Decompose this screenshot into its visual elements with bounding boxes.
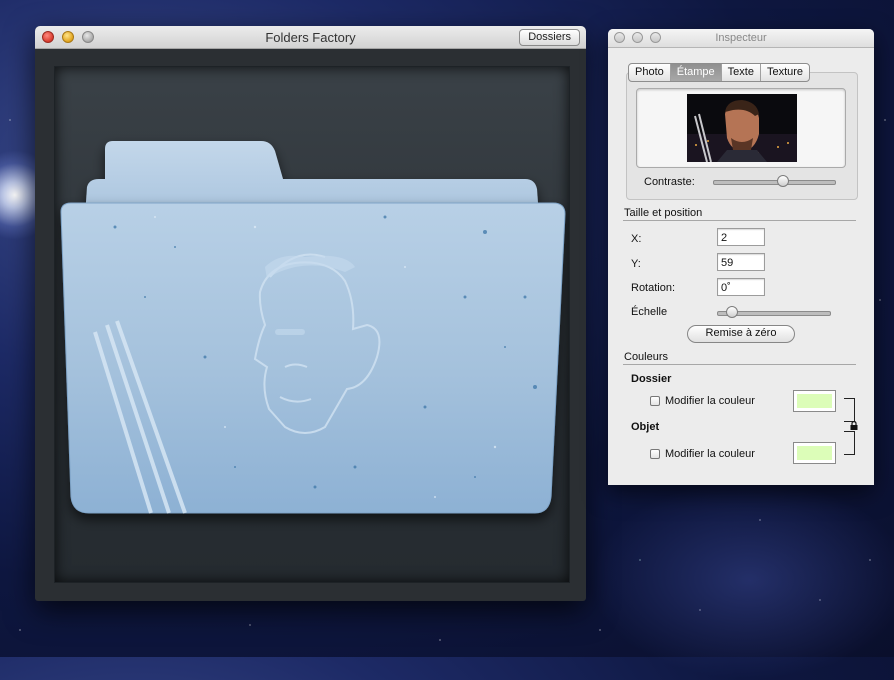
- object-color-well[interactable]: [793, 442, 836, 464]
- x-label: X:: [631, 233, 642, 245]
- scale-slider-knob[interactable]: [726, 306, 738, 318]
- contrast-slider-knob[interactable]: [777, 175, 789, 187]
- colors-heading: Couleurs: [624, 351, 669, 363]
- folder-preview-canvas[interactable]: [54, 66, 570, 583]
- inspector-titlebar[interactable]: Inspecteur: [608, 29, 874, 48]
- folder-color-checkbox-label[interactable]: Modifier la couleur: [665, 395, 755, 407]
- rotation-label: Rotation:: [631, 282, 676, 294]
- section-divider: [623, 220, 856, 221]
- folder-color-swatch: [797, 394, 832, 408]
- x-field[interactable]: 2: [717, 228, 765, 246]
- folders-factory-window: Folders Factory Dossiers: [35, 26, 586, 601]
- object-color-heading: Objet: [631, 421, 660, 433]
- main-titlebar[interactable]: Folders Factory Dossiers: [35, 26, 586, 49]
- object-color-checkbox-label[interactable]: Modifier la couleur: [665, 448, 755, 460]
- y-label: Y:: [631, 258, 641, 270]
- lock-icon[interactable]: [850, 421, 858, 430]
- tab-etampe[interactable]: Étampe: [670, 64, 722, 81]
- stamp-image-well[interactable]: [636, 88, 846, 168]
- y-field[interactable]: 59: [717, 253, 765, 271]
- contrast-label: Contraste:: [644, 176, 695, 188]
- tab-texte[interactable]: Texte: [722, 64, 761, 81]
- object-color-swatch: [797, 446, 832, 460]
- window-title: Folders Factory: [265, 30, 356, 45]
- size-position-heading: Taille et position: [624, 207, 703, 219]
- tab-photo[interactable]: Photo: [629, 64, 671, 81]
- inspector-title: Inspecteur: [715, 32, 767, 44]
- folder-color-checkbox[interactable]: [650, 396, 660, 406]
- inspector-panel: Inspecteur Photo Étampe Texte Texture Co…: [608, 29, 874, 485]
- folder-color-well[interactable]: [793, 390, 836, 412]
- folder-preview-icon: [60, 141, 566, 514]
- section-divider: [623, 364, 856, 365]
- dossiers-button[interactable]: Dossiers: [519, 29, 580, 46]
- stamp-thumbnail: [687, 94, 797, 162]
- reset-button[interactable]: Remise à zéro: [687, 325, 795, 343]
- contrast-slider[interactable]: [713, 175, 836, 187]
- scale-label: Échelle: [631, 306, 668, 318]
- folder-color-heading: Dossier: [631, 373, 672, 385]
- rotation-field[interactable]: 0˚: [717, 278, 765, 296]
- scale-slider[interactable]: [717, 306, 831, 318]
- color-link-bracket-bottom: [844, 431, 855, 455]
- object-color-checkbox[interactable]: [650, 449, 660, 459]
- inspector-tabs: Photo Étampe Texte Texture: [628, 63, 811, 82]
- tab-texture[interactable]: Texture: [761, 64, 809, 81]
- desktop-nebula: [590, 480, 894, 680]
- color-link-bracket-top: [844, 398, 855, 422]
